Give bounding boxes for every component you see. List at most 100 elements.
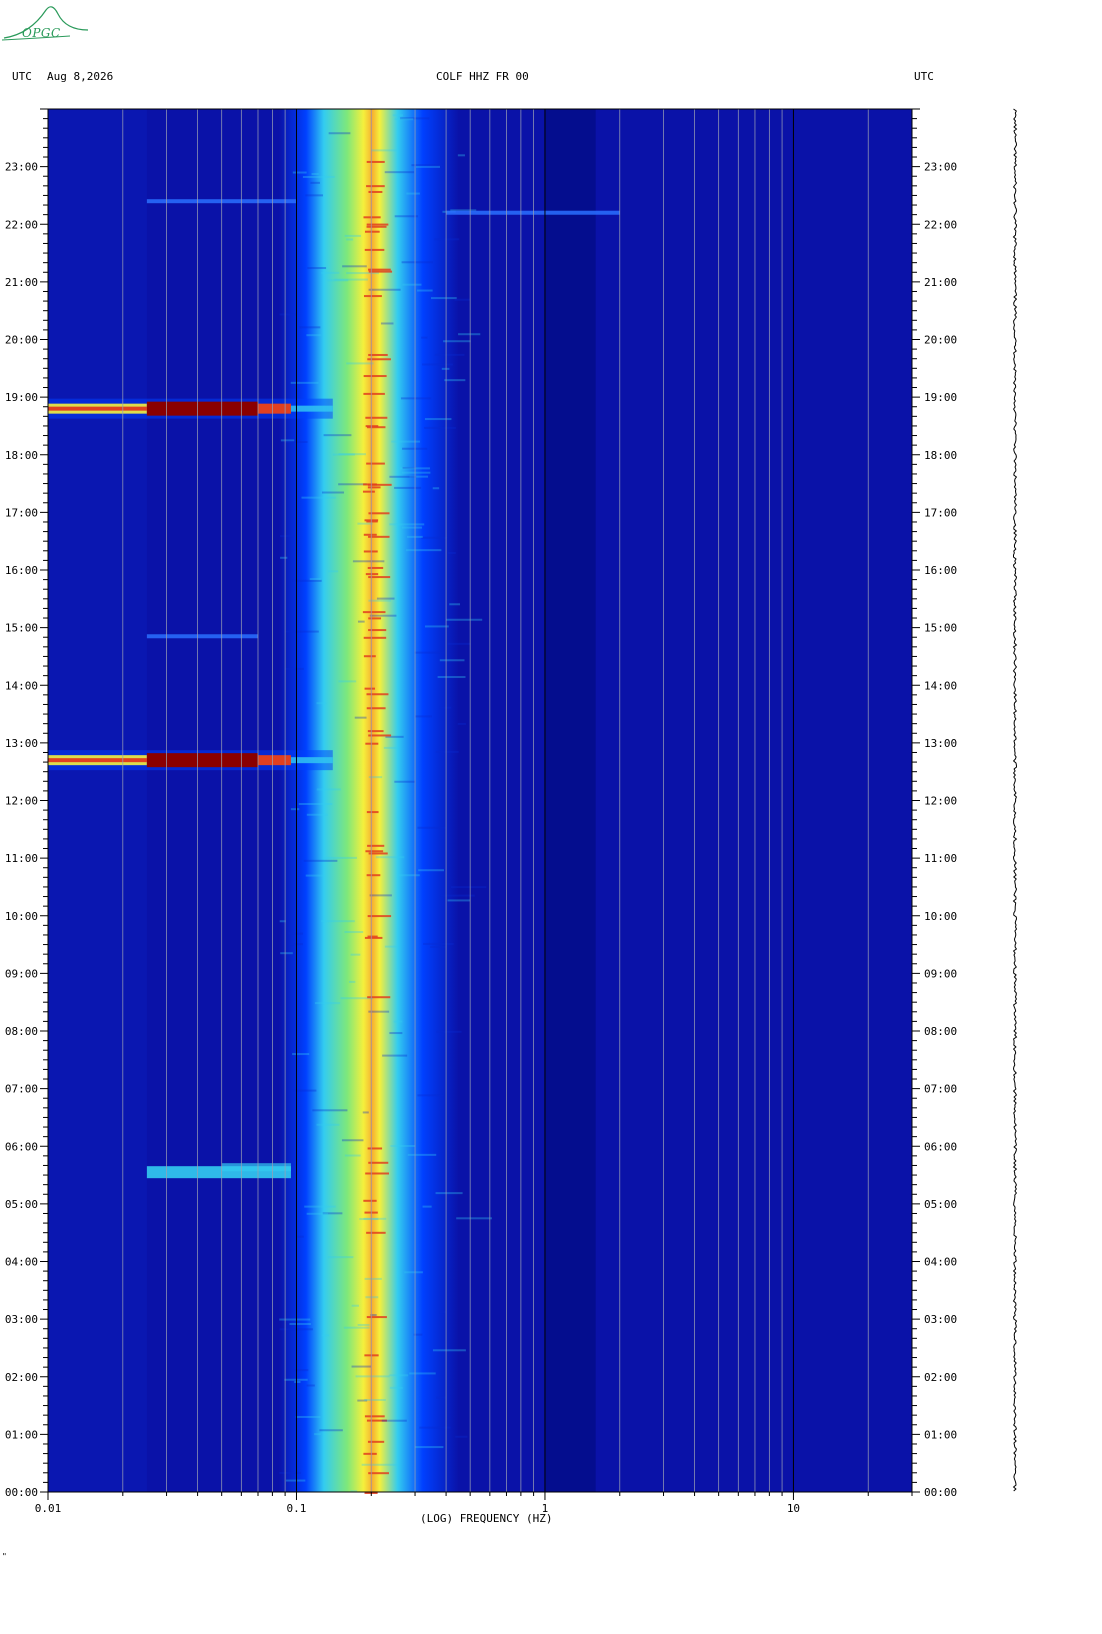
band-texture-stripe xyxy=(352,560,385,563)
band-texture-stripe xyxy=(366,707,386,710)
band-texture-stripe xyxy=(389,1374,409,1377)
band-texture-stripe xyxy=(434,238,460,241)
band-texture-stripe xyxy=(293,1369,309,1372)
event-fade xyxy=(290,757,333,764)
y-tick-label-left: 23:00 xyxy=(5,161,38,174)
band-texture-stripe xyxy=(375,856,405,859)
band-texture-stripe xyxy=(439,706,452,709)
band-texture-stripe xyxy=(441,367,450,370)
band-texture-stripe xyxy=(354,716,367,719)
band-texture-stripe xyxy=(365,850,384,853)
band-texture-stripe xyxy=(440,894,475,897)
y-tick-label-left: 22:00 xyxy=(5,218,38,231)
y-tick-label-right: 12:00 xyxy=(924,795,957,808)
band-texture-stripe xyxy=(285,1479,306,1482)
band-texture-stripe xyxy=(365,1296,379,1299)
band-texture-stripe xyxy=(458,333,481,336)
band-texture-stripe xyxy=(389,1386,403,1389)
band-texture-stripe xyxy=(394,118,414,121)
y-tick-label-right: 17:00 xyxy=(924,506,957,519)
band-texture-stripe xyxy=(415,715,432,718)
band-texture-stripe xyxy=(418,869,445,872)
band-texture-stripe xyxy=(444,379,466,382)
band-texture-stripe xyxy=(402,447,428,450)
band-texture-stripe xyxy=(342,265,367,268)
band-texture-stripe xyxy=(312,1109,348,1112)
spectrogram-chart: 00:00 01:00 02:00 03:00 04:00 05:00 06:00 07:00… xyxy=(5,108,1018,1515)
y-tick-label-left: 05:00 xyxy=(5,1198,38,1211)
band-texture-stripe xyxy=(319,1429,343,1432)
band-texture-stripe xyxy=(406,192,420,195)
band-texture-stripe xyxy=(457,722,466,725)
y-tick-label-left: 15:00 xyxy=(5,622,38,635)
band-texture-stripe xyxy=(417,1094,444,1097)
band-texture-stripe xyxy=(366,693,389,696)
y-tick-label-left: 08:00 xyxy=(5,1025,38,1038)
band-texture-stripe xyxy=(363,550,378,553)
band-texture-stripe xyxy=(364,248,385,251)
band-texture-stripe xyxy=(400,397,432,400)
event-weak xyxy=(446,210,620,215)
band-texture-stripe xyxy=(362,490,375,493)
band-texture-stripe xyxy=(364,1277,382,1280)
band-texture-stripe xyxy=(411,164,443,167)
band-texture-stripe xyxy=(365,416,388,419)
band-texture-stripe xyxy=(432,487,440,490)
band-texture-stripe xyxy=(284,630,319,633)
band-texture-stripe xyxy=(357,620,365,623)
band-texture-stripe xyxy=(306,334,322,337)
band-texture-stripe xyxy=(364,230,380,233)
band-texture-stripe xyxy=(363,392,385,395)
band-texture-stripe xyxy=(414,1446,444,1449)
band-texture-stripe xyxy=(394,215,419,218)
band-texture-stripe xyxy=(439,659,465,662)
band-texture-stripe xyxy=(363,1452,377,1455)
band-texture-stripe xyxy=(346,362,374,365)
y-tick-label-left: 17:00 xyxy=(5,506,38,519)
y-tick-label-left: 09:00 xyxy=(5,967,38,980)
y-tick-label-right: 09:00 xyxy=(924,967,957,980)
band-texture-stripe xyxy=(389,523,425,526)
band-texture-stripe xyxy=(380,322,394,325)
band-texture-stripe xyxy=(447,642,471,645)
y-tick-label-right: 20:00 xyxy=(924,334,957,347)
band-texture-stripe xyxy=(402,283,422,286)
band-texture-stripe xyxy=(316,702,327,705)
band-texture-stripe xyxy=(338,680,357,683)
band-texture-stripe xyxy=(363,1199,377,1202)
y-tick-label-right: 00:00 xyxy=(924,1486,957,1499)
band-texture-stripe xyxy=(371,149,397,152)
x-tick-label: 0.1 xyxy=(287,1502,307,1515)
band-texture-stripe xyxy=(365,1172,390,1175)
band-texture-stripe xyxy=(366,223,389,226)
low-frequency-region xyxy=(48,109,147,1492)
side-trace xyxy=(1012,108,1018,1492)
event-fade xyxy=(290,405,333,412)
band-texture-stripe xyxy=(424,418,452,421)
band-texture-stripe xyxy=(321,920,355,923)
band-texture-stripe xyxy=(401,261,433,264)
band-texture-stripe xyxy=(398,874,420,877)
y-tick-label-right: 04:00 xyxy=(924,1256,957,1269)
band-texture-stripe xyxy=(434,353,465,356)
band-texture-stripe xyxy=(424,426,456,429)
y-tick-label-left: 06:00 xyxy=(5,1140,38,1153)
event-tail xyxy=(257,755,291,766)
band-texture-stripe xyxy=(355,1375,390,1378)
y-tick-label-left: 19:00 xyxy=(5,391,38,404)
band-texture-stripe xyxy=(368,599,392,602)
band-texture-stripe xyxy=(292,171,307,174)
band-texture-stripe xyxy=(348,980,356,983)
band-texture-stripe xyxy=(369,894,392,897)
band-texture-stripe xyxy=(430,297,457,300)
y-tick-label-right: 23:00 xyxy=(924,161,957,174)
band-texture-stripe xyxy=(338,483,367,486)
band-texture-stripe xyxy=(324,856,357,859)
band-texture-stripe xyxy=(436,1030,462,1033)
band-texture-stripe xyxy=(409,1372,436,1375)
band-texture-stripe xyxy=(421,336,428,339)
band-texture-stripe xyxy=(369,614,397,617)
band-texture-stripe xyxy=(448,551,456,554)
band-texture-stripe xyxy=(344,931,364,934)
band-texture-stripe xyxy=(357,1323,370,1326)
